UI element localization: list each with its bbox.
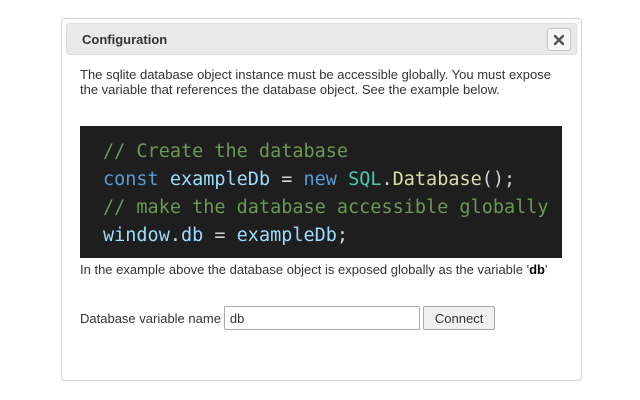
variable-name-input[interactable]	[223, 306, 420, 330]
code-type: SQL	[348, 169, 382, 190]
code-line-4: window.db = exampleDb;	[103, 222, 562, 250]
note-prefix: In the example above the database object…	[80, 262, 530, 277]
code-keyword-const: const	[103, 169, 159, 190]
code-window: window	[103, 225, 170, 246]
code-comment: // make the database accessible globally	[103, 197, 549, 218]
code-operator: =	[214, 225, 226, 246]
close-button[interactable]	[547, 28, 571, 51]
configuration-dialog: Configuration The sqlite database object…	[61, 18, 582, 381]
code-line-3: // make the database accessible globally	[103, 194, 562, 222]
code-line-1: // Create the database	[103, 138, 562, 166]
note-variable-name: db	[529, 262, 545, 277]
variable-form: Database variable name Connect	[80, 306, 496, 330]
code-line-2: const exampleDb = new SQL.Database();	[103, 166, 562, 194]
note-suffix: '	[545, 262, 548, 277]
code-operator: =	[281, 169, 293, 190]
close-icon	[553, 34, 565, 46]
code-dot: .	[169, 225, 181, 246]
code-db-property: db	[180, 225, 204, 246]
connect-button[interactable]: Connect	[422, 306, 496, 330]
code-semicolon: ;	[336, 225, 349, 246]
code-comment: // Create the database	[103, 141, 349, 162]
dialog-title: Configuration	[82, 32, 168, 47]
code-dot: .	[381, 169, 393, 190]
dialog-description: The sqlite database object instance must…	[80, 67, 551, 97]
code-function: Database	[392, 169, 482, 190]
code-keyword-new: new	[303, 169, 337, 190]
example-note: In the example above the database object…	[80, 262, 570, 277]
code-example: // Create the database const exampleDb = …	[80, 126, 562, 258]
code-punctuation: ();	[481, 169, 516, 190]
code-variable: exampleDb	[236, 225, 337, 246]
dialog-titlebar[interactable]: Configuration	[66, 23, 577, 55]
variable-name-label: Database variable name	[80, 310, 221, 326]
code-variable: exampleDb	[169, 169, 271, 190]
